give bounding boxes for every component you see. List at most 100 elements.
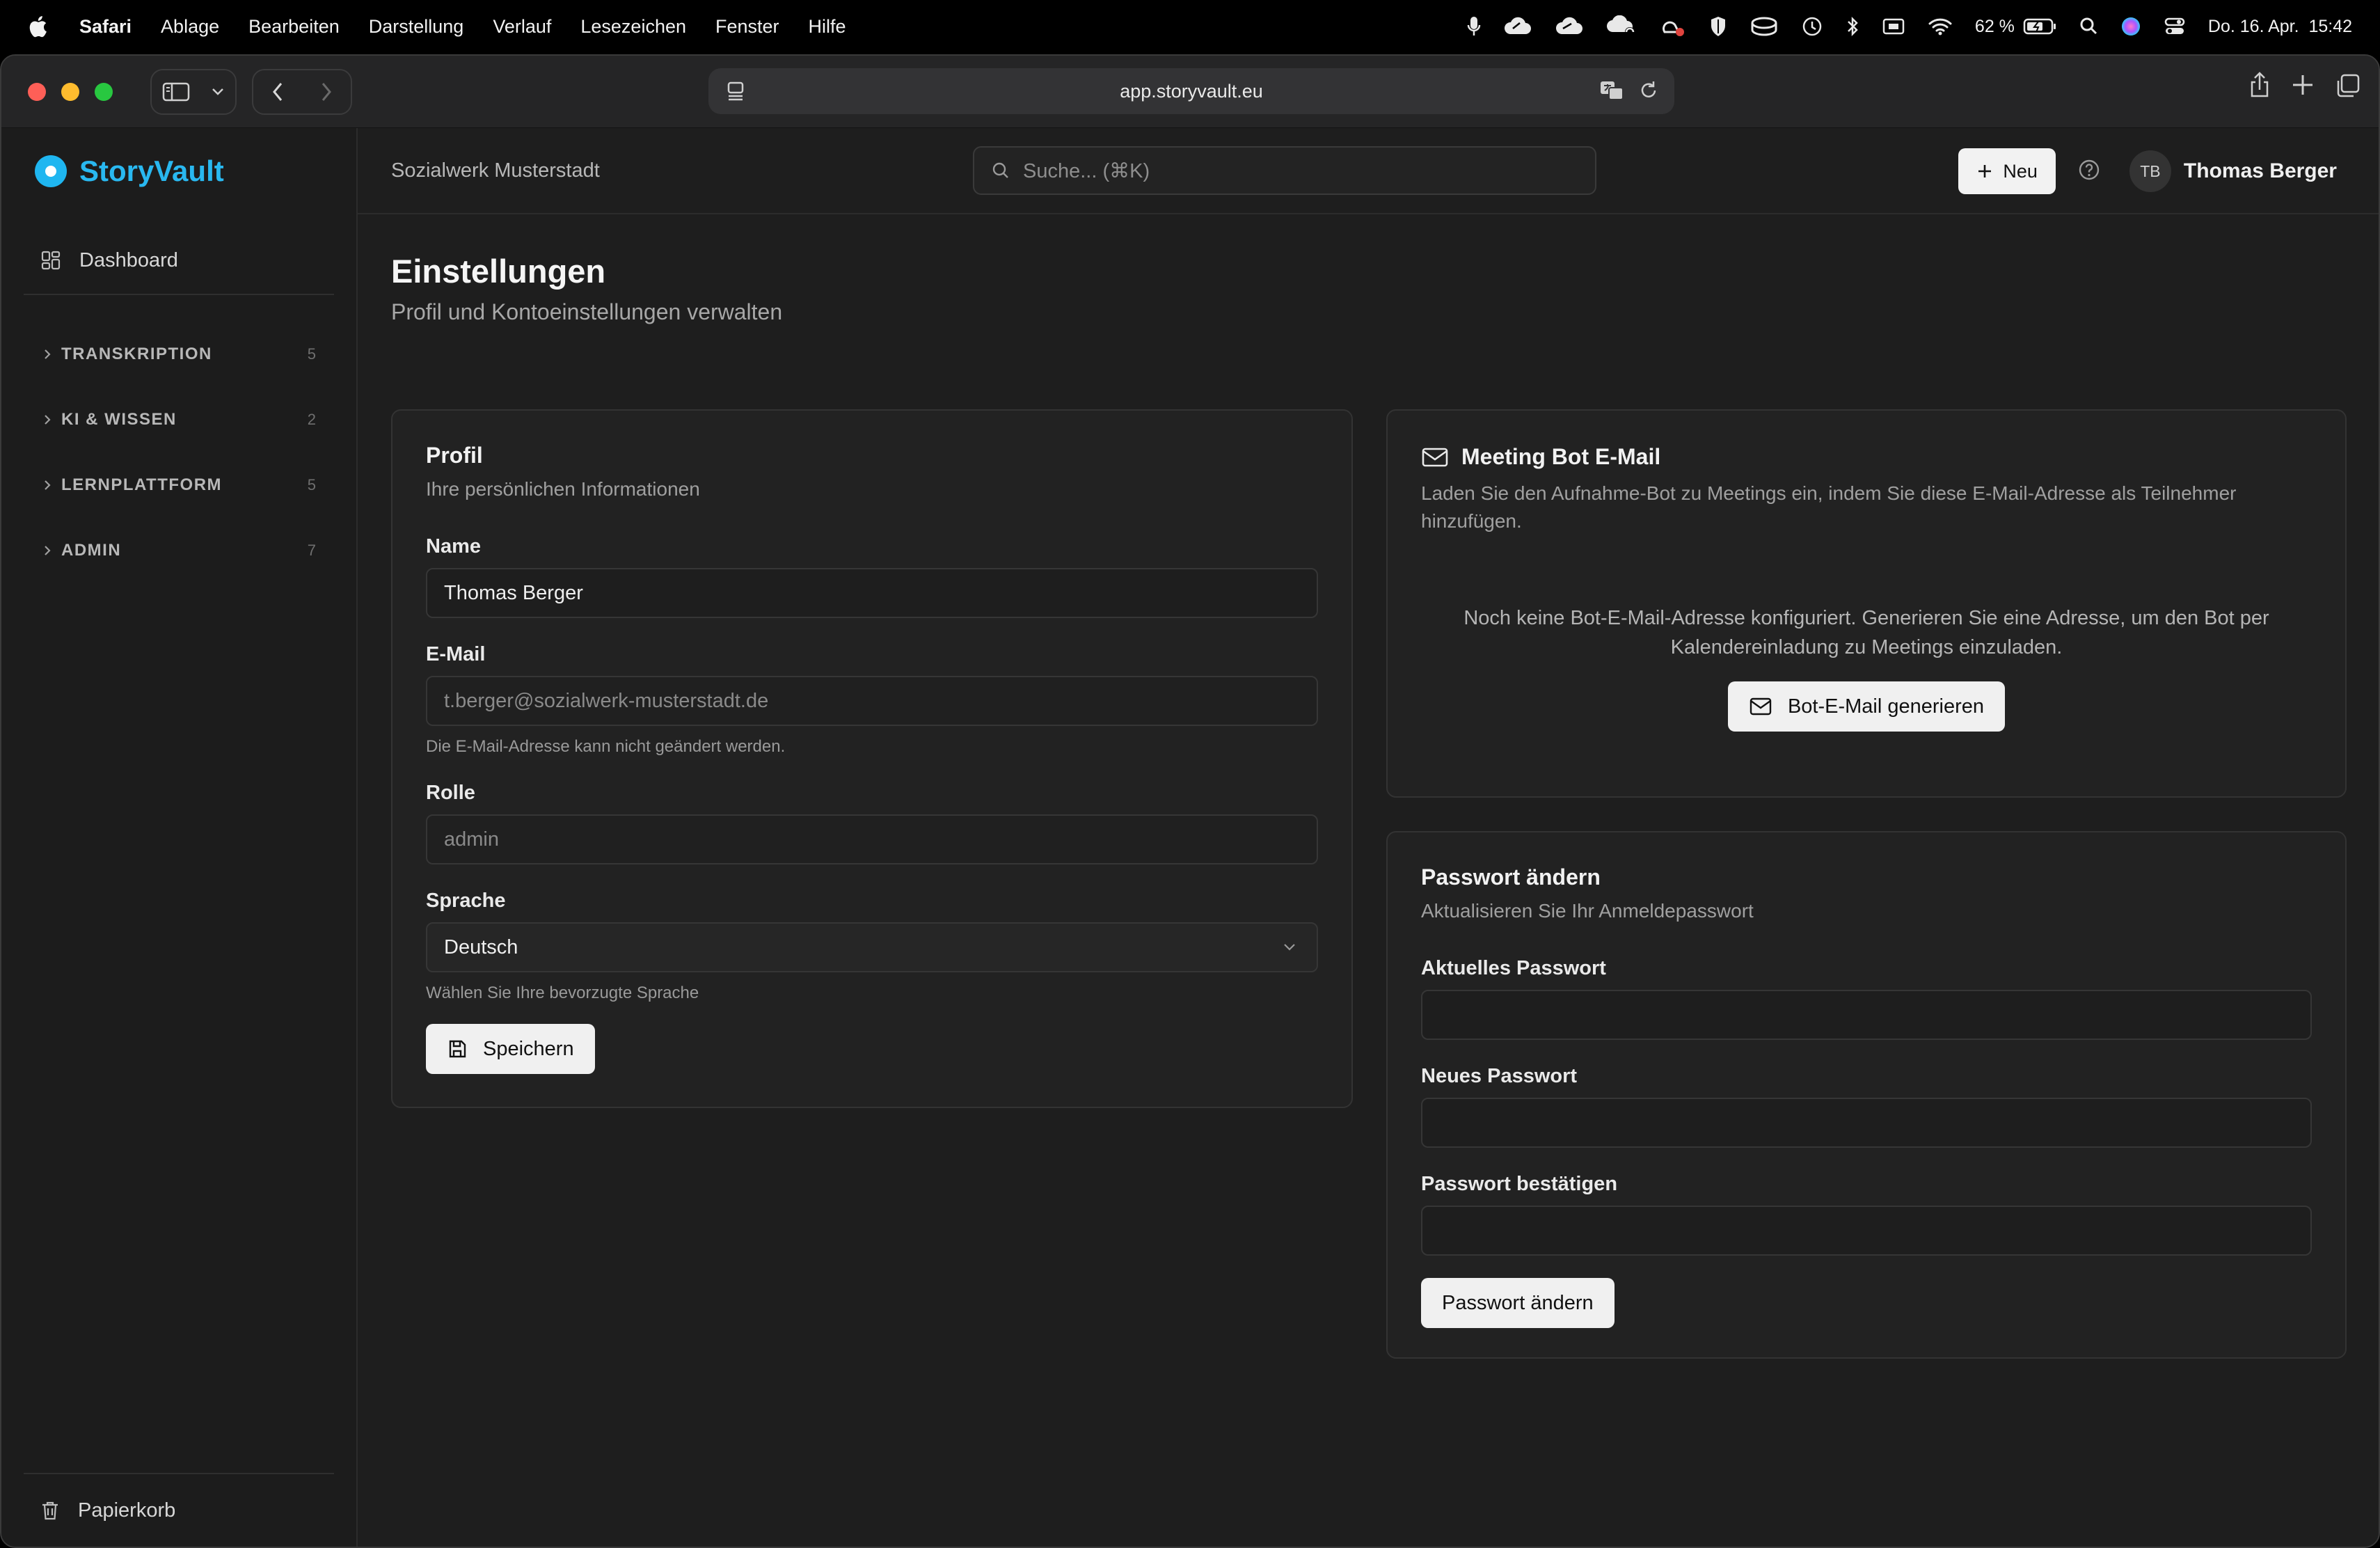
- search-placeholder: Suche... (⌘K): [1023, 159, 1150, 182]
- share-icon[interactable]: [2249, 71, 2270, 102]
- change-password-card: Passwort ändern Aktualisieren Sie Ihr An…: [1386, 831, 2347, 1359]
- sidebar-toggle-button[interactable]: [152, 70, 200, 113]
- battery-percent: 62 %: [1974, 16, 2015, 36]
- menu-app-name[interactable]: Safari: [79, 16, 132, 38]
- time-machine-icon[interactable]: [1801, 15, 1823, 38]
- meeting-bot-subtitle: Laden Sie den Aufnahme-Bot zu Meetings e…: [1421, 482, 2237, 532]
- current-password-field[interactable]: [1421, 990, 2312, 1040]
- zoom-window-button[interactable]: [95, 82, 113, 101]
- menu-lesezeichen[interactable]: Lesezeichen: [580, 16, 686, 38]
- sidebar-section-transkription[interactable]: TRANSKRIPTION 5: [1, 322, 356, 387]
- meeting-bot-card: Meeting Bot E-Mail Laden Sie den Aufnahm…: [1386, 409, 2347, 798]
- sidebar-section-ki-wissen[interactable]: KI & WISSEN 2: [1, 387, 356, 452]
- confirm-password-label: Passwort bestätigen: [1421, 1173, 1618, 1195]
- language-selected-value: Deutsch: [444, 935, 518, 958]
- section-label: TRANSKRIPTION: [61, 345, 212, 363]
- menu-bar-datetime[interactable]: Do. 16. Apr. 15:42: [2208, 17, 2352, 37]
- trash-icon: [42, 1501, 58, 1520]
- drive-icon[interactable]: [1750, 16, 1779, 37]
- save-icon: [449, 1040, 466, 1058]
- help-icon[interactable]: [2078, 159, 2100, 184]
- reload-icon[interactable]: [1638, 79, 1659, 106]
- generate-bot-email-button[interactable]: Bot-E-Mail generieren: [1727, 681, 2006, 732]
- language-field-group: Sprache Deutsch Wählen Sie Ihre bevorzug…: [426, 890, 1318, 1003]
- mail-icon: [1750, 697, 1772, 716]
- menu-darstellung[interactable]: Darstellung: [369, 16, 464, 38]
- sidebar-item-label: Dashboard: [79, 248, 178, 271]
- confirm-password-group: Passwort bestätigen: [1421, 1173, 2312, 1256]
- tab-group-dropdown-button[interactable]: [200, 70, 235, 113]
- window-controls: [28, 82, 113, 101]
- wifi-icon[interactable]: [1928, 16, 1953, 37]
- menu-bearbeiten[interactable]: Bearbeiten: [248, 16, 340, 38]
- generate-bot-email-label: Bot-E-Mail generieren: [1787, 695, 1985, 718]
- minimize-window-button[interactable]: [61, 82, 79, 101]
- language-select[interactable]: Deutsch: [426, 922, 1318, 972]
- chevron-down-icon: [1284, 944, 1295, 951]
- new-password-field[interactable]: [1421, 1098, 2312, 1148]
- save-button-label: Speichern: [483, 1037, 574, 1060]
- toolbar-right-actions: [2249, 71, 2361, 102]
- meeting-bot-header: Meeting Bot E-Mail: [1421, 444, 2312, 470]
- siri-icon[interactable]: [2120, 16, 2141, 37]
- menu-verlauf[interactable]: Verlauf: [493, 16, 551, 38]
- brand[interactable]: StoryVault: [1, 128, 356, 214]
- app-sidebar: StoryVault Dashboard TRANSKRIPTION 5 KI …: [1, 128, 358, 1547]
- address-bar[interactable]: app.storyvault.eu: [708, 68, 1674, 114]
- sidebar-section-admin[interactable]: ADMIN 7: [1, 518, 356, 583]
- cloud-sync-icon[interactable]: [1555, 16, 1584, 37]
- back-button[interactable]: [253, 70, 302, 113]
- apple-logo-icon[interactable]: [28, 15, 47, 38]
- current-password-label: Aktuelles Passwort: [1421, 957, 1606, 979]
- navigation-group: [252, 68, 352, 115]
- email-hint: Die E-Mail-Adresse kann nicht geändert w…: [426, 737, 786, 756]
- avatar[interactable]: TB: [2129, 150, 2171, 192]
- translate-icon[interactable]: [1599, 79, 1626, 106]
- new-button-label: Neu: [2003, 160, 2038, 182]
- search-input[interactable]: Suche... (⌘K): [973, 146, 1596, 195]
- page-title: Einstellungen: [391, 253, 606, 290]
- page-menu-icon[interactable]: [727, 81, 745, 106]
- menu-ablage[interactable]: Ablage: [161, 16, 219, 38]
- main-area: Sozialwerk Musterstadt Suche... (⌘K) Neu…: [358, 128, 2379, 1547]
- battery-icon[interactable]: [2023, 17, 2056, 35]
- name-field[interactable]: Thomas Berger: [426, 568, 1318, 618]
- microphone-icon[interactable]: [1467, 15, 1481, 38]
- cloud-wifi-icon[interactable]: [1606, 15, 1637, 38]
- save-button[interactable]: Speichern: [426, 1024, 595, 1074]
- app-header: Sozialwerk Musterstadt Suche... (⌘K) Neu…: [358, 128, 2379, 214]
- sidebar-toggle-group: [150, 68, 237, 115]
- settings-content: Einstellungen Profil und Kontoeinstellun…: [391, 214, 2347, 1547]
- cloud-icon[interactable]: [1503, 16, 1532, 37]
- section-count: 7: [307, 542, 316, 559]
- bluetooth-icon[interactable]: [1846, 15, 1859, 38]
- menu-fenster[interactable]: Fenster: [715, 16, 779, 38]
- display-icon[interactable]: [1882, 16, 1905, 37]
- menu-hilfe[interactable]: Hilfe: [809, 16, 846, 38]
- tab-overview-icon[interactable]: [2335, 71, 2361, 102]
- forward-button[interactable]: [302, 70, 351, 113]
- current-password-group: Aktuelles Passwort: [1421, 957, 2312, 1040]
- dashboard-grid-icon: [41, 251, 61, 270]
- sidebar-item-papierkorb[interactable]: Papierkorb: [1, 1474, 356, 1547]
- confirm-password-field[interactable]: [1421, 1206, 2312, 1256]
- sidebar-section-lernplattform[interactable]: LERNPLATTFORM 5: [1, 452, 356, 518]
- shield-icon[interactable]: [1709, 15, 1727, 38]
- new-tab-icon[interactable]: [2291, 71, 2315, 102]
- section-label: LERNPLATTFORM: [61, 475, 223, 494]
- new-button[interactable]: Neu: [1958, 148, 2056, 194]
- creative-cloud-icon[interactable]: [1659, 15, 1687, 38]
- profile-card: Profil Ihre persönlichen Informationen N…: [391, 409, 1353, 1108]
- profile-card-subtitle: Ihre persönlichen Informationen: [426, 478, 700, 500]
- section-count: 5: [307, 476, 316, 493]
- new-password-label: Neues Passwort: [1421, 1065, 1578, 1087]
- spotlight-icon[interactable]: [2079, 16, 2098, 37]
- meeting-bot-title: Meeting Bot E-Mail: [1461, 444, 1661, 469]
- new-password-group: Neues Passwort: [1421, 1065, 2312, 1148]
- sidebar-item-dashboard[interactable]: Dashboard: [1, 227, 356, 294]
- control-center-icon[interactable]: [2164, 16, 2186, 37]
- change-password-button[interactable]: Passwort ändern: [1421, 1278, 1615, 1328]
- user-name[interactable]: Thomas Berger: [2184, 159, 2337, 183]
- search-icon: [992, 162, 1008, 178]
- close-window-button[interactable]: [28, 82, 46, 101]
